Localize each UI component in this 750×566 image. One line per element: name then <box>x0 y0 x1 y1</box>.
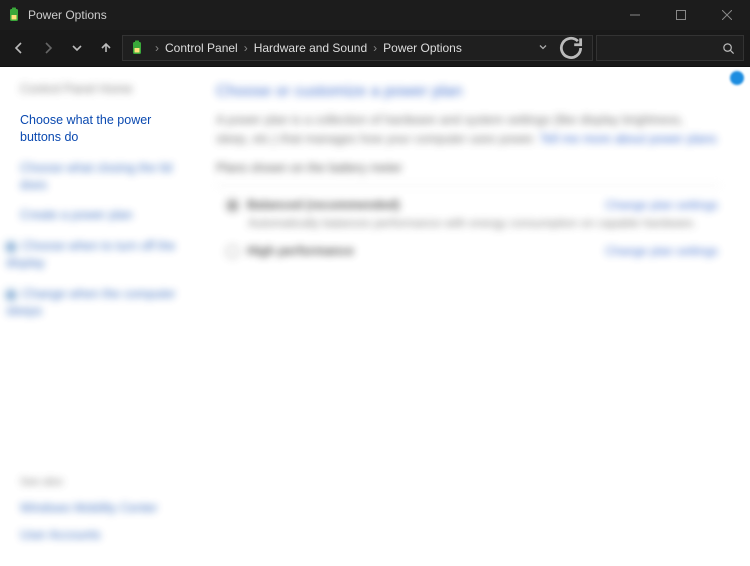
breadcrumb-item[interactable]: Control Panel <box>165 41 238 55</box>
bullet-icon <box>6 290 16 300</box>
maximize-button[interactable] <box>658 0 704 30</box>
plan-name: Balanced (recommended) <box>247 198 400 212</box>
power-plan-row: Balanced (recommended) Change plan setti… <box>226 198 718 212</box>
sidebar-item-label: Create a power plan <box>20 208 133 222</box>
window-title: Power Options <box>28 8 107 22</box>
sidebar-item-turn-off-display[interactable]: Choose when to turn off the display <box>6 238 190 272</box>
sidebar-item-create-plan[interactable]: Create a power plan <box>20 207 190 224</box>
refresh-button[interactable] <box>556 35 586 61</box>
intro-link[interactable]: Tell me more about power plans <box>540 132 717 146</box>
plan-description: Automatically balances performance with … <box>248 216 720 230</box>
chevron-right-icon[interactable]: › <box>244 41 248 55</box>
intro-text: A power plan is a collection of hardware… <box>216 111 720 149</box>
sidebar-item-label: Windows Mobility Center <box>20 501 158 515</box>
sidebar-item-label: Change when the computer sleeps <box>6 287 176 318</box>
sidebar-item-user-accounts[interactable]: User Accounts <box>20 527 190 544</box>
main-panel: Choose or customize a power plan A power… <box>202 67 750 566</box>
search-input[interactable] <box>596 35 744 61</box>
sidebar-item-label: User Accounts <box>20 528 101 542</box>
sidebar-item-power-buttons[interactable]: Choose what the power buttons do <box>20 112 190 146</box>
chevron-right-icon[interactable]: › <box>155 41 159 55</box>
minimize-button[interactable] <box>612 0 658 30</box>
navigation-bar: › Control Panel › Hardware and Sound › P… <box>0 30 750 67</box>
see-also-heading: See also <box>20 475 190 490</box>
plan-name: High performance <box>247 244 354 258</box>
sidebar-item-label: Choose what the power buttons do <box>20 113 151 144</box>
sidebar-item-home[interactable]: Control Panel Home <box>20 81 190 98</box>
plan-radio-high-performance[interactable]: High performance <box>226 244 354 258</box>
address-bar[interactable]: › Control Panel › Hardware and Sound › P… <box>122 35 593 61</box>
battery-icon <box>6 7 22 23</box>
chevron-down-icon[interactable] <box>538 41 548 55</box>
close-button[interactable] <box>704 0 750 30</box>
radio-icon <box>226 245 239 258</box>
sidebar: Control Panel Home Choose what the power… <box>0 67 202 566</box>
help-icon[interactable] <box>730 71 744 85</box>
breadcrumb-item[interactable]: Hardware and Sound <box>254 41 367 55</box>
sidebar-item-closing-lid[interactable]: Choose what closing the lid does <box>20 160 190 194</box>
breadcrumb-item[interactable]: Power Options <box>383 41 462 55</box>
radio-icon <box>226 199 239 212</box>
forward-button[interactable] <box>35 35 61 61</box>
up-button[interactable] <box>93 35 119 61</box>
sidebar-item-mobility-center[interactable]: Windows Mobility Center <box>20 500 190 517</box>
chevron-right-icon[interactable]: › <box>373 41 377 55</box>
change-plan-settings-link[interactable]: Change plan settings <box>605 198 718 212</box>
divider <box>216 185 720 186</box>
sidebar-item-label: Choose what closing the lid does <box>20 161 172 192</box>
sidebar-item-label: Choose when to turn off the display <box>6 239 175 270</box>
back-button[interactable] <box>6 35 32 61</box>
sidebar-item-label: Control Panel Home <box>20 82 133 96</box>
recent-locations-button[interactable] <box>64 35 90 61</box>
sidebar-item-computer-sleeps[interactable]: Change when the computer sleeps <box>6 286 190 320</box>
sidebar-item-label: See also <box>20 476 63 488</box>
plan-radio-balanced[interactable]: Balanced (recommended) <box>226 198 400 212</box>
battery-icon <box>129 40 145 56</box>
title-bar: Power Options <box>0 0 750 30</box>
page-heading: Choose or customize a power plan <box>216 83 720 101</box>
bullet-icon <box>6 242 16 252</box>
content-area: Control Panel Home Choose what the power… <box>0 67 750 566</box>
search-icon <box>722 42 735 55</box>
plans-shown-label: Plans shown on the battery meter <box>216 161 720 175</box>
change-plan-settings-link[interactable]: Change plan settings <box>605 244 718 258</box>
power-plan-row: High performance Change plan settings <box>226 244 718 258</box>
